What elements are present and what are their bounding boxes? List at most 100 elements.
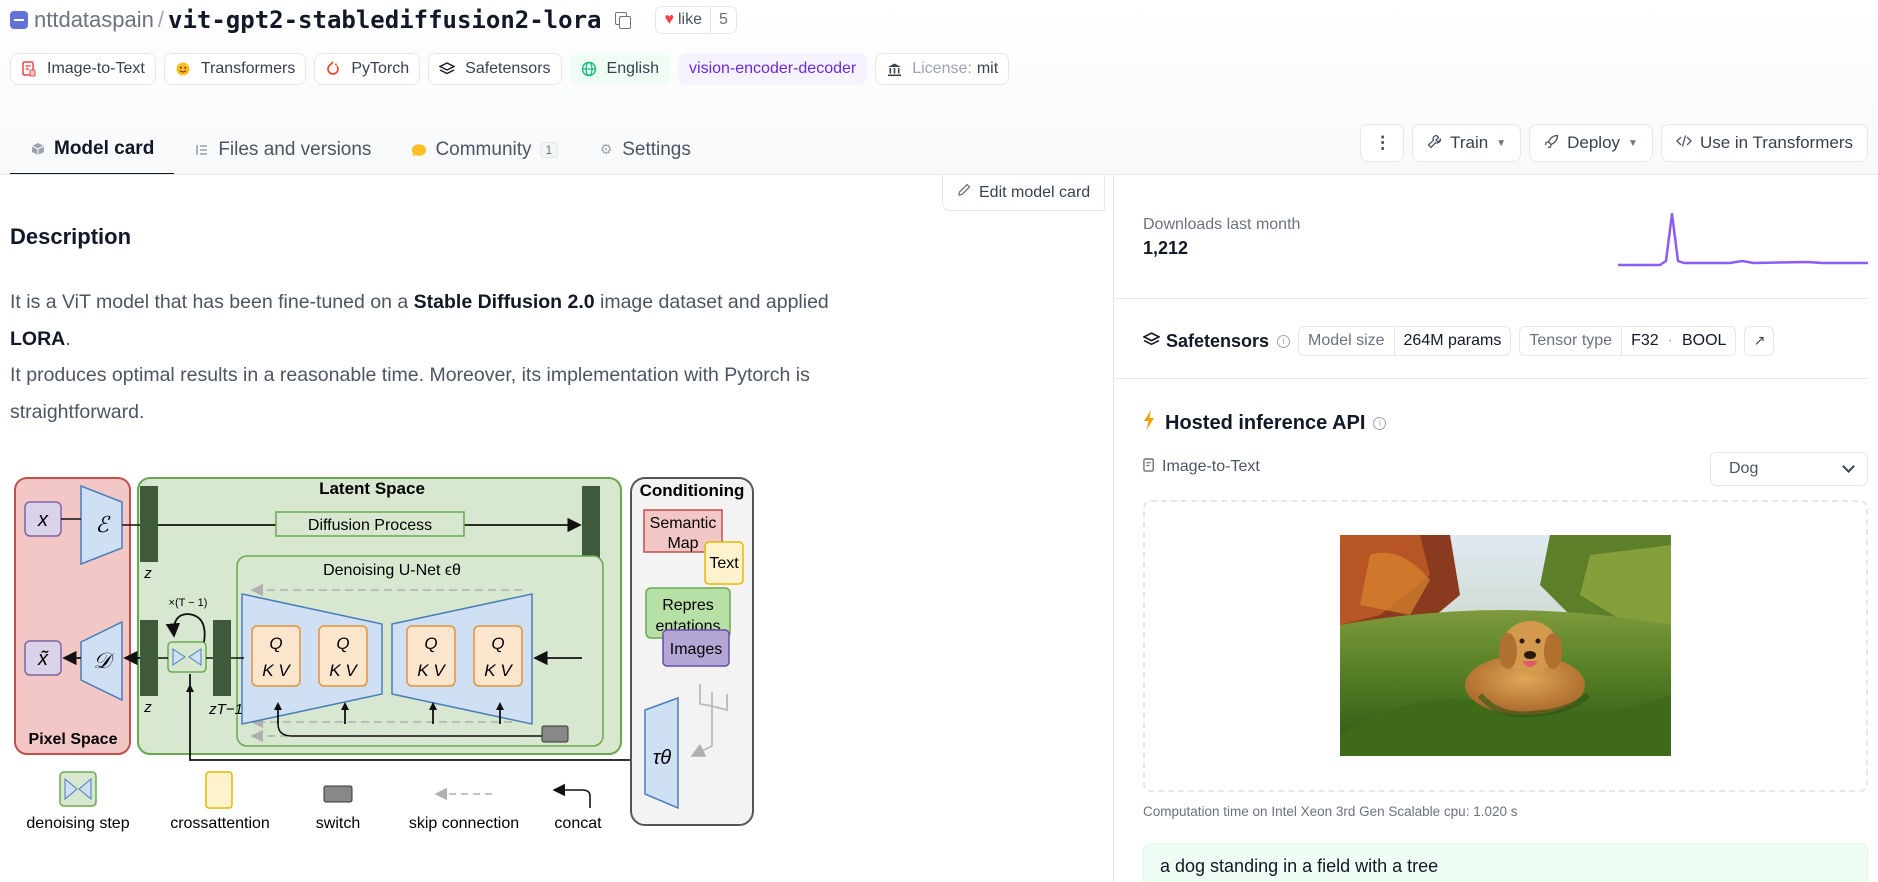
computation-time: Computation time on Intel Xeon 3rd Gen S… xyxy=(1143,804,1518,819)
train-button[interactable]: Train ▼ xyxy=(1412,124,1522,162)
arrow-up-right-icon: ↗ xyxy=(1753,333,1766,349)
edit-model-card-label: Edit model card xyxy=(979,183,1091,201)
semantic-map-line-2: Map xyxy=(667,535,698,552)
tag-transformers[interactable]: Transformers xyxy=(163,53,307,85)
zT-block-top xyxy=(582,486,600,562)
z-label-bottom: z xyxy=(143,699,152,716)
tag-english[interactable]: English xyxy=(569,53,671,85)
tag-image-to-text[interactable]: Image-to-Text xyxy=(10,53,156,85)
description-heading: Description xyxy=(10,224,132,249)
svg-text:Q: Q xyxy=(269,634,282,653)
safetensors-title[interactable]: Safetensors i xyxy=(1142,330,1291,352)
model-size-value: 264M params xyxy=(1403,332,1502,349)
edit-model-card-button[interactable]: Edit model card xyxy=(942,175,1106,211)
qkv-block-1: Q K V xyxy=(251,625,301,687)
repo-actions: ⋮ Train ▼ Deploy ▼ Use in Transformers xyxy=(1360,124,1868,162)
latent-space-label: Latent Space xyxy=(319,479,425,498)
deploy-button[interactable]: Deploy ▼ xyxy=(1529,124,1653,162)
bank-icon xyxy=(886,61,902,77)
legend-concat-swatch xyxy=(552,783,591,808)
tensor-type-b: BOOL xyxy=(1681,332,1727,349)
inference-api-heading: Hosted inference API i xyxy=(1143,410,1387,436)
like-count: 5 xyxy=(719,11,728,28)
tab-label: Files and versions xyxy=(218,138,372,160)
svg-text:K V: K V xyxy=(329,661,358,680)
qkv-block-4: Q K V xyxy=(473,625,523,687)
repo-title-row: nttdataspain / vit-gpt2-stablediffusion2… xyxy=(10,4,737,36)
z-block xyxy=(140,486,158,562)
chat-icon xyxy=(411,142,427,158)
globe-icon xyxy=(581,61,597,77)
example-selected-value: Dog xyxy=(1729,460,1759,477)
caret-down-icon: ▼ xyxy=(1628,137,1638,149)
info-icon[interactable]: i xyxy=(1277,334,1291,348)
copy-icon[interactable] xyxy=(615,12,632,29)
unet-label: Denoising U-Net ϵθ xyxy=(323,562,461,579)
latent-diffusion-diagram: Pixel Space x x̃ ℰ 𝒟 Latent Space z Diff… xyxy=(14,477,754,832)
section-divider xyxy=(1113,378,1868,379)
z-label: z xyxy=(143,565,152,582)
zT1-block xyxy=(213,620,231,696)
description-text: It is a ViT model that has been fine-tun… xyxy=(10,284,840,430)
tag-label: Image-to-Text xyxy=(47,60,145,77)
sidebar-divider xyxy=(1113,175,1114,882)
tab-settings[interactable]: ⚙ Settings xyxy=(578,124,711,175)
section-divider xyxy=(1113,298,1868,299)
like-button[interactable]: ♥ like 5 xyxy=(655,6,737,34)
train-label: Train xyxy=(1450,133,1489,152)
zT1-label: zT−1 xyxy=(208,701,243,718)
safetensors-icon xyxy=(1142,331,1161,351)
tag-pytorch[interactable]: PyTorch xyxy=(314,53,421,85)
heart-icon: ♥ xyxy=(664,11,674,28)
safetensors-row: Safetensors i Model size 264M params Ten… xyxy=(1142,326,1775,356)
tab-model-card[interactable]: Model card xyxy=(10,124,175,175)
legend-denoising-label: denoising step xyxy=(26,815,129,832)
times-label: ×(T − 1) xyxy=(169,597,208,609)
tag-license[interactable]: License: mit xyxy=(875,53,1010,85)
svg-text:Q: Q xyxy=(491,634,504,653)
tab-community[interactable]: Community 1 xyxy=(391,124,578,175)
tab-divider xyxy=(0,174,1878,175)
info-icon[interactable]: i xyxy=(1373,416,1387,430)
legend-switch-label: switch xyxy=(316,815,360,832)
code-icon xyxy=(1676,134,1692,152)
use-label: Use in Transformers xyxy=(1699,133,1853,152)
repo-name[interactable]: vit-gpt2-stablediffusion2-lora xyxy=(168,6,601,34)
safetensors-label: Safetensors xyxy=(1166,330,1270,351)
files-icon xyxy=(194,142,210,158)
title-separator: / xyxy=(157,7,164,32)
tag-label: Safetensors xyxy=(465,60,551,77)
semantic-map-line-1: Semantic xyxy=(650,515,717,532)
use-in-transformers-button[interactable]: Use in Transformers xyxy=(1660,124,1868,162)
tensor-type-a: F32 xyxy=(1631,332,1659,349)
inference-result: a dog standing in a field with a tree xyxy=(1143,843,1868,882)
license-prefix: License: xyxy=(912,60,972,77)
legend-cross-swatch xyxy=(205,771,233,809)
tau-symbol: τθ xyxy=(653,747,671,769)
model-size-label: Model size xyxy=(1299,327,1395,355)
representations-line-1: Repres xyxy=(662,597,714,614)
tag-vision-encoder-decoder[interactable]: vision-encoder-decoder xyxy=(678,53,868,85)
org-link[interactable]: nttdataspain xyxy=(34,7,154,33)
tag-label: Transformers xyxy=(200,60,296,77)
text-run: image dataset and applied xyxy=(594,291,829,313)
downloads-label: Downloads last month xyxy=(1143,216,1301,233)
deploy-label: Deploy xyxy=(1567,133,1621,152)
tag-safetensors[interactable]: Safetensors xyxy=(428,53,562,85)
qkv-block-3: Q K V xyxy=(406,625,456,687)
svg-text:K V: K V xyxy=(484,661,513,680)
text-run: . xyxy=(65,327,71,350)
lightning-icon xyxy=(1143,410,1155,436)
external-link-button[interactable]: ↗ xyxy=(1744,326,1775,356)
more-options-button[interactable]: ⋮ xyxy=(1360,124,1405,162)
image-to-text-icon xyxy=(1143,458,1156,476)
tab-files-and-versions[interactable]: Files and versions xyxy=(174,124,391,175)
repo-header: nttdataspain / vit-gpt2-stablediffusion2… xyxy=(0,0,1878,175)
example-select[interactable]: Dog xyxy=(1710,452,1868,486)
safetensors-icon xyxy=(439,61,456,77)
x-tilde-symbol: x̃ xyxy=(37,648,49,670)
images-label: Images xyxy=(670,641,722,658)
qkv-block-2: Q K V xyxy=(318,625,368,687)
like-label: like xyxy=(678,7,711,33)
description-paragraph-1: It is a ViT model that has been fine-tun… xyxy=(10,284,840,357)
